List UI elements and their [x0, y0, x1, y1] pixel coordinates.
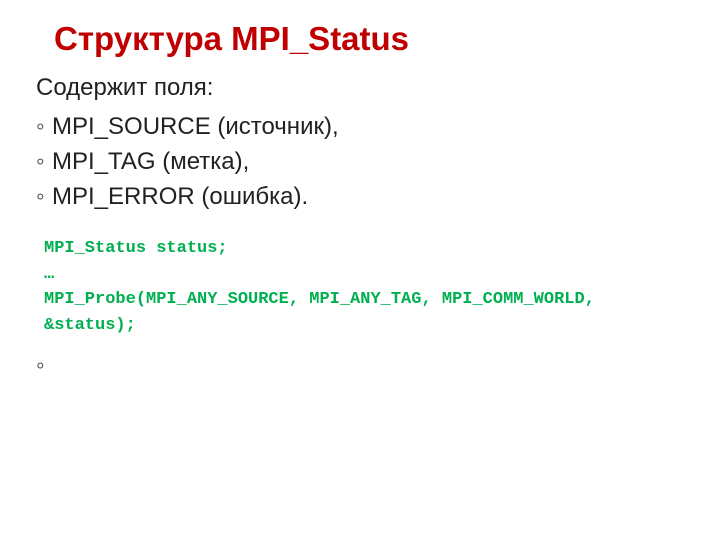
list-item: [36, 352, 684, 376]
code-line: …: [44, 265, 54, 284]
page-title: Структура MPI_Status: [54, 20, 684, 58]
slide: Структура MPI_Status Содержит поля: MPI_…: [0, 0, 720, 540]
code-line: MPI_Probe(MPI_ANY_SOURCE, MPI_ANY_TAG, M…: [44, 290, 605, 335]
code-line: MPI_Status status;: [44, 239, 228, 258]
list-item: MPI_SOURCE (источник),: [36, 110, 684, 145]
intro-text: Содержит поля:: [36, 70, 684, 106]
list-item: MPI_ERROR (ошибка).: [36, 180, 684, 215]
trailing-list: [36, 352, 684, 376]
list-item: MPI_TAG (метка),: [36, 145, 684, 180]
fields-list: MPI_SOURCE (источник), MPI_TAG (метка), …: [36, 110, 684, 214]
code-block: MPI_Status status; … MPI_Probe(MPI_ANY_S…: [44, 236, 684, 338]
